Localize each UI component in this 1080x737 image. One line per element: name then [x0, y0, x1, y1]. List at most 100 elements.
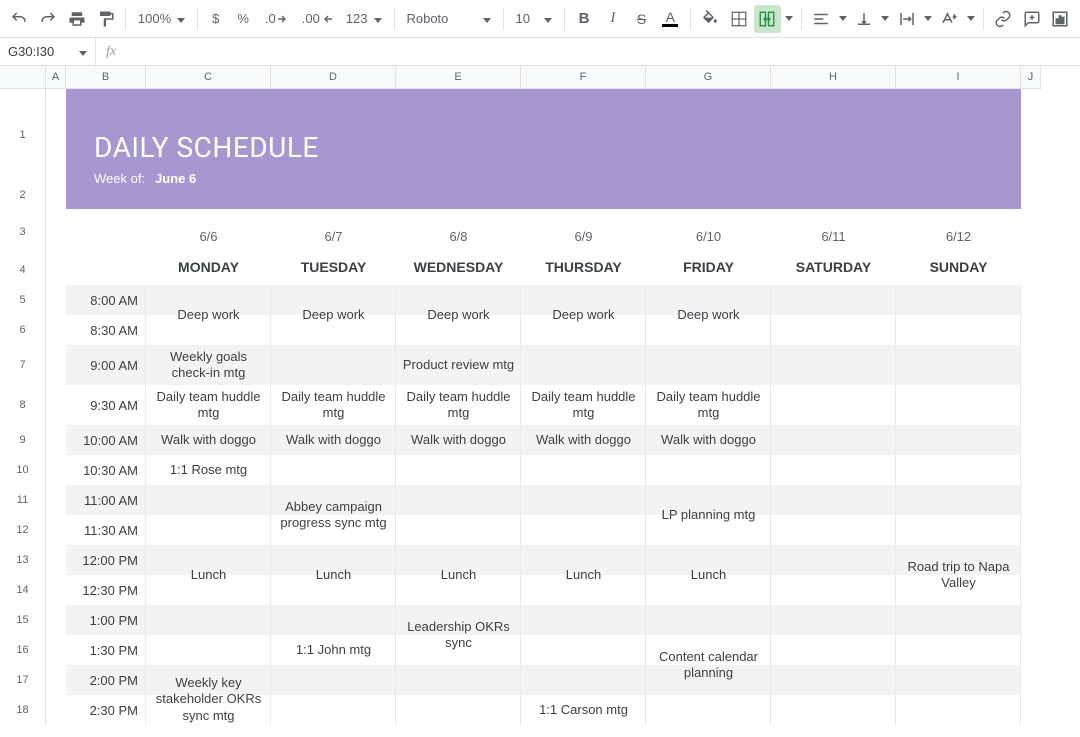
wrap-dropdown[interactable]	[922, 5, 934, 33]
text-color-button[interactable]: A	[657, 5, 684, 33]
text-rotation-button[interactable]	[936, 5, 963, 33]
toolbar-separator	[983, 8, 984, 30]
schedule-event[interactable]: Walk with doggo	[521, 425, 646, 455]
increase-decimal-button[interactable]: .00	[296, 5, 338, 33]
name-box[interactable]: G30:I30	[0, 38, 96, 65]
insert-chart-button[interactable]	[1047, 5, 1074, 33]
insert-link-button[interactable]	[990, 5, 1017, 33]
column-divider	[145, 285, 146, 725]
schedule-event[interactable]: Lunch	[646, 545, 771, 605]
column-header[interactable]: H	[771, 66, 896, 89]
vertical-align-button[interactable]	[851, 5, 878, 33]
currency-button[interactable]: $	[204, 5, 227, 33]
row-header[interactable]: 13	[0, 545, 46, 575]
schedule-event[interactable]: Lunch	[271, 545, 396, 605]
more-formats-dropdown[interactable]: 123	[340, 5, 388, 33]
row-header[interactable]: 10	[0, 455, 46, 485]
cells-area[interactable]: DAILY SCHEDULEWeek of:June 66/6MONDAY6/7…	[46, 89, 1041, 725]
v-align-dropdown[interactable]	[879, 5, 891, 33]
row-header[interactable]: 18	[0, 695, 46, 725]
fill-color-button[interactable]	[697, 5, 724, 33]
schedule-event[interactable]: Lunch	[521, 545, 646, 605]
schedule-event[interactable]: Deep work	[396, 285, 521, 345]
column-header[interactable]: J	[1021, 66, 1041, 89]
schedule-event[interactable]: Lunch	[146, 545, 271, 605]
borders-button[interactable]	[725, 5, 752, 33]
percent-button[interactable]: %	[229, 5, 257, 33]
day-label: TUESDAY	[271, 259, 396, 275]
column-header[interactable]: A	[46, 66, 66, 89]
column-header[interactable]: C	[146, 66, 271, 89]
schedule-event[interactable]: Road trip to Napa Valley	[896, 425, 1021, 725]
italic-button[interactable]: I	[599, 5, 626, 33]
merge-dropdown[interactable]	[783, 5, 795, 33]
row-header[interactable]: 5	[0, 285, 46, 315]
schedule-event[interactable]: 1:1 John mtg	[271, 635, 396, 665]
schedule-event[interactable]: Walk with doggo	[271, 425, 396, 455]
schedule-event[interactable]: Lunch	[396, 545, 521, 605]
row-header[interactable]: 14	[0, 575, 46, 605]
column-header[interactable]: G	[646, 66, 771, 89]
schedule-event[interactable]: Abbey campaign progress sync mtg	[271, 485, 396, 545]
schedule-event[interactable]: Daily team huddle mtg	[146, 385, 271, 425]
select-all-corner[interactable]	[0, 66, 46, 89]
strikethrough-button[interactable]: S	[628, 5, 655, 33]
schedule-event[interactable]: 1:1 Rose mtg	[146, 455, 271, 485]
schedule-event[interactable]: Walk with doggo	[146, 425, 271, 455]
undo-button[interactable]	[6, 5, 33, 33]
row-header[interactable]: 6	[0, 315, 46, 345]
paint-format-button[interactable]	[92, 5, 119, 33]
schedule-event[interactable]: LP planning mtg	[646, 485, 771, 545]
column-header[interactable]: I	[896, 66, 1021, 89]
schedule-event[interactable]: Deep work	[146, 285, 271, 345]
schedule-event[interactable]: Walk with doggo	[396, 425, 521, 455]
schedule-event[interactable]: Daily team huddle mtg	[271, 385, 396, 425]
schedule-event[interactable]: Walk with doggo	[646, 425, 771, 455]
schedule-event[interactable]: Deep work	[521, 285, 646, 345]
font-dropdown[interactable]: Roboto	[400, 5, 496, 33]
bold-button[interactable]: B	[571, 5, 598, 33]
day-label: WEDNESDAY	[396, 259, 521, 275]
row-header[interactable]: 11	[0, 485, 46, 515]
insert-comment-button[interactable]	[1018, 5, 1045, 33]
schedule-event[interactable]: Weekly key stakeholder OKRs sync mtg	[146, 665, 271, 725]
merge-cells-button[interactable]	[754, 5, 781, 33]
row-header[interactable]: 1	[0, 89, 46, 181]
decrease-decimal-button[interactable]: .0	[259, 5, 294, 33]
row-header[interactable]: 8	[0, 385, 46, 425]
row-header[interactable]: 2	[0, 181, 46, 209]
column-header[interactable]: E	[396, 66, 521, 89]
row-header[interactable]: 7	[0, 345, 46, 385]
text-wrap-button[interactable]	[893, 5, 920, 33]
schedule-event[interactable]: Deep work	[646, 285, 771, 345]
column-header[interactable]: D	[271, 66, 396, 89]
schedule-event[interactable]: Daily team huddle mtg	[521, 385, 646, 425]
h-align-dropdown[interactable]	[837, 5, 849, 33]
toolbar-separator	[690, 8, 691, 30]
zoom-dropdown[interactable]: 100%	[132, 5, 191, 33]
toolbar-separator	[801, 8, 802, 30]
font-size-dropdown[interactable]: 10	[509, 5, 557, 33]
redo-button[interactable]	[35, 5, 62, 33]
formula-input[interactable]	[126, 38, 1080, 65]
schedule-event[interactable]: Leadership OKRs sync	[396, 605, 521, 665]
schedule-event[interactable]: Content calendar planning	[646, 635, 771, 695]
schedule-event[interactable]: Deep work	[271, 285, 396, 345]
row-header[interactable]: 4	[0, 255, 46, 285]
row-header[interactable]: 9	[0, 425, 46, 455]
schedule-event[interactable]: Daily team huddle mtg	[646, 385, 771, 425]
row-header[interactable]: 12	[0, 515, 46, 545]
rotation-dropdown[interactable]	[965, 5, 977, 33]
row-header[interactable]: 17	[0, 665, 46, 695]
row-header[interactable]: 16	[0, 635, 46, 665]
row-header[interactable]: 15	[0, 605, 46, 635]
schedule-event[interactable]: Product review mtg	[396, 345, 521, 385]
horizontal-align-button[interactable]	[808, 5, 835, 33]
schedule-event[interactable]: 1:1 Carson mtg	[521, 695, 646, 725]
column-header[interactable]: B	[66, 66, 146, 89]
schedule-event[interactable]: Weekly goals check-in mtg	[146, 345, 271, 385]
column-header[interactable]: F	[521, 66, 646, 89]
row-header[interactable]: 3	[0, 209, 46, 255]
print-button[interactable]	[63, 5, 90, 33]
schedule-event[interactable]: Daily team huddle mtg	[396, 385, 521, 425]
